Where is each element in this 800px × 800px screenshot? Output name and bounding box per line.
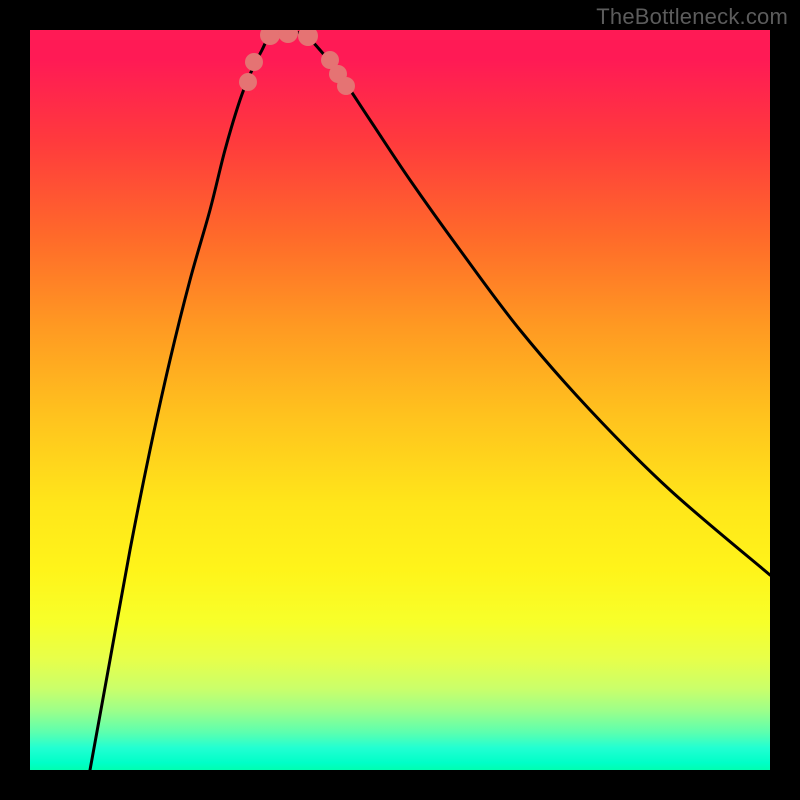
plot-area: [30, 30, 770, 770]
chart-svg: [30, 30, 770, 770]
curve-marker: [278, 30, 298, 43]
watermark-text: TheBottleneck.com: [596, 4, 788, 30]
bottleneck-curve: [90, 32, 770, 770]
curve-markers: [239, 30, 355, 95]
curve-marker: [245, 53, 263, 71]
chart-frame: TheBottleneck.com: [0, 0, 800, 800]
curve-marker: [260, 30, 280, 45]
curve-marker: [239, 73, 257, 91]
curve-marker: [337, 77, 355, 95]
